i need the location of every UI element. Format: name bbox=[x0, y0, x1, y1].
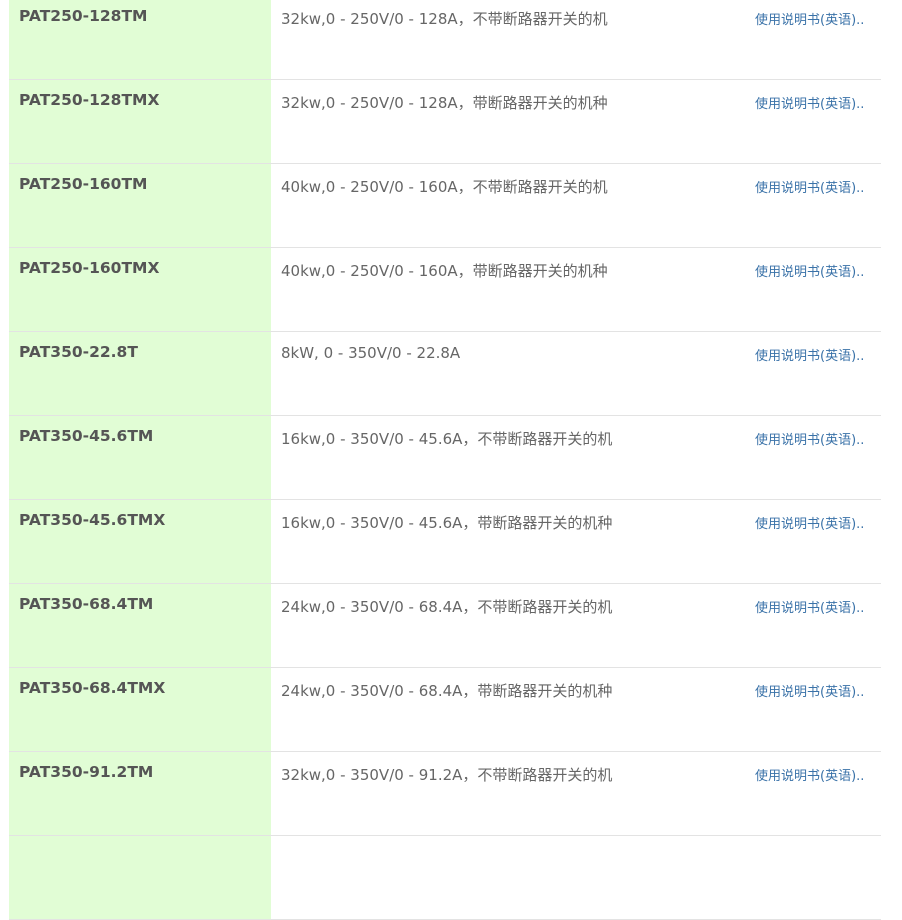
manual-link[interactable]: 使用说明书(英语).. bbox=[755, 416, 881, 499]
model-name: PAT350-45.6TM bbox=[9, 416, 271, 499]
manual-link[interactable]: 使用说明书(英语).. bbox=[755, 332, 881, 415]
model-name: PAT250-128TMX bbox=[9, 80, 271, 163]
model-description bbox=[271, 836, 755, 919]
manual-link[interactable]: 使用说明书(英语).. bbox=[755, 668, 881, 751]
manual-link[interactable]: 使用说明书(英语).. bbox=[755, 80, 881, 163]
manual-link[interactable] bbox=[755, 836, 881, 919]
model-description: 40kw,0 - 250V/0 - 160A，带断路器开关的机种 bbox=[281, 262, 608, 280]
model-name: PAT350-22.8T bbox=[9, 332, 271, 415]
model-name bbox=[9, 836, 271, 919]
table-row: PAT350-22.8T 8kW, 0 - 350V/0 - 22.8A 使用说… bbox=[9, 332, 881, 416]
table-row: PAT350-68.4TM 24kw,0 - 350V/0 - 68.4A，不带… bbox=[9, 584, 881, 668]
manual-link[interactable]: 使用说明书(英语).. bbox=[755, 164, 881, 247]
table-row: PAT350-45.6TMX 16kw,0 - 350V/0 - 45.6A，带… bbox=[9, 500, 881, 584]
model-name: PAT250-160TMX bbox=[9, 248, 271, 331]
model-name: PAT350-68.4TM bbox=[9, 584, 271, 667]
model-description: 8kW, 0 - 350V/0 - 22.8A bbox=[281, 344, 461, 362]
table-row: PAT250-160TMX 40kw,0 - 250V/0 - 160A，带断路… bbox=[9, 248, 881, 332]
model-name: PAT350-45.6TMX bbox=[9, 500, 271, 583]
manual-link[interactable]: 使用说明书(英语).. bbox=[755, 248, 881, 331]
manual-link[interactable]: 使用说明书(英语).. bbox=[755, 500, 881, 583]
table-row: PAT250-128TM 32kw,0 - 250V/0 - 128A，不带断路… bbox=[9, 0, 881, 80]
manual-link[interactable]: 使用说明书(英语).. bbox=[755, 752, 881, 835]
model-description: 16kw,0 - 350V/0 - 45.6A，带断路器开关的机种 bbox=[281, 514, 613, 532]
table-row bbox=[9, 836, 881, 920]
table-row: PAT350-68.4TMX 24kw,0 - 350V/0 - 68.4A，带… bbox=[9, 668, 881, 752]
model-description: 16kw,0 - 350V/0 - 45.6A，不带断路器开关的机 bbox=[281, 430, 613, 448]
manual-link[interactable]: 使用说明书(英语).. bbox=[755, 0, 881, 79]
model-name: PAT250-128TM bbox=[9, 0, 271, 79]
model-name: PAT350-68.4TMX bbox=[9, 668, 271, 751]
model-name: PAT350-91.2TM bbox=[9, 752, 271, 835]
table-row: PAT350-45.6TM 16kw,0 - 350V/0 - 45.6A，不带… bbox=[9, 416, 881, 500]
table-row: PAT350-91.2TM 32kw,0 - 350V/0 - 91.2A，不带… bbox=[9, 752, 881, 836]
manual-link[interactable]: 使用说明书(英语).. bbox=[755, 584, 881, 667]
product-table: PAT250-128TM 32kw,0 - 250V/0 - 128A，不带断路… bbox=[9, 0, 881, 920]
model-description: 32kw,0 - 250V/0 - 128A，不带断路器开关的机 bbox=[281, 10, 608, 28]
model-description: 24kw,0 - 350V/0 - 68.4A，不带断路器开关的机 bbox=[281, 598, 613, 616]
model-description: 32kw,0 - 350V/0 - 91.2A，不带断路器开关的机 bbox=[281, 766, 613, 784]
table-row: PAT250-160TM 40kw,0 - 250V/0 - 160A，不带断路… bbox=[9, 164, 881, 248]
model-description: 24kw,0 - 350V/0 - 68.4A，带断路器开关的机种 bbox=[281, 682, 613, 700]
model-description: 32kw,0 - 250V/0 - 128A，带断路器开关的机种 bbox=[281, 94, 608, 112]
model-description: 40kw,0 - 250V/0 - 160A，不带断路器开关的机 bbox=[281, 178, 608, 196]
table-row: PAT250-128TMX 32kw,0 - 250V/0 - 128A，带断路… bbox=[9, 80, 881, 164]
model-name: PAT250-160TM bbox=[9, 164, 271, 247]
